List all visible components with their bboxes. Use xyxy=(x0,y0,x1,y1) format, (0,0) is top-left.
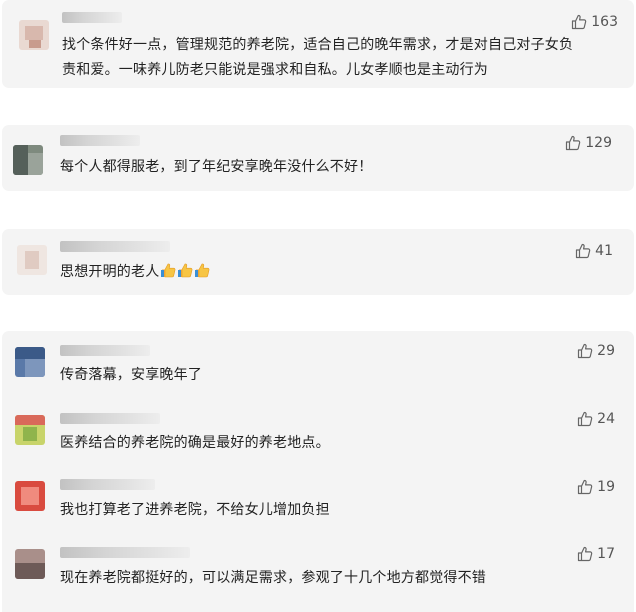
thumbs-up-outline-icon xyxy=(565,135,581,151)
thumbs-up-emoji-icon xyxy=(177,263,193,278)
like-count: 29 xyxy=(597,343,615,359)
avatar[interactable] xyxy=(19,20,49,50)
comment-text: 思想开明的老人 xyxy=(60,260,210,285)
like-count: 17 xyxy=(597,546,615,562)
comment-card: 找个条件好一点，管理规范的养老院，适合自己的晚年需求，才是对自己对子女负 责和爱… xyxy=(2,0,634,88)
comment-text: 每个人都得服老，到了年纪安享晚年没什么不好！ xyxy=(60,159,373,175)
thumbs-up-outline-icon xyxy=(577,479,593,495)
avatar[interactable] xyxy=(15,481,45,511)
comment-group-card: 传奇落幕，安享晚年了 29 医养结合的养老院的确是最好的养老地点。 24 我也打… xyxy=(2,331,634,612)
like-button[interactable]: 24 xyxy=(577,411,615,427)
avatar[interactable] xyxy=(15,549,45,579)
comment-text: 传奇落幕，安享晚年了 xyxy=(60,367,202,383)
like-count: 19 xyxy=(597,479,615,495)
avatar[interactable] xyxy=(17,245,47,275)
like-count: 163 xyxy=(591,14,618,30)
thumbs-up-outline-icon xyxy=(575,243,591,259)
comment-card: 每个人都得服老，到了年纪安享晚年没什么不好！ 129 xyxy=(2,125,634,191)
thumbs-up-emoji-icon xyxy=(160,263,176,278)
comment-text: 我也打算老了进养老院，不给女儿增加负担 xyxy=(60,502,330,518)
like-button[interactable]: 19 xyxy=(577,479,615,495)
username-blurred[interactable] xyxy=(60,413,160,424)
comment-text: 医养结合的养老院的确是最好的养老地点。 xyxy=(60,435,330,451)
thumbs-up-outline-icon xyxy=(577,343,593,359)
comment-text: 现在养老院都挺好的，可以满足需求，参观了十几个地方都觉得不错 xyxy=(60,570,486,586)
username-blurred[interactable] xyxy=(60,241,170,252)
comment-card: 思想开明的老人 41 xyxy=(2,229,634,295)
like-button[interactable]: 163 xyxy=(571,14,618,30)
thumbs-up-outline-icon xyxy=(577,411,593,427)
avatar[interactable] xyxy=(15,415,45,445)
username-blurred[interactable] xyxy=(60,479,155,490)
like-count: 41 xyxy=(595,243,613,259)
avatar[interactable] xyxy=(15,347,45,377)
username-blurred[interactable] xyxy=(60,135,140,146)
username-blurred[interactable] xyxy=(62,12,122,23)
like-button[interactable]: 29 xyxy=(577,343,615,359)
like-count: 129 xyxy=(585,135,612,151)
comment-text: 找个条件好一点，管理规范的养老院，适合自己的晚年需求，才是对自己对子女负 责和爱… xyxy=(62,37,574,78)
username-blurred[interactable] xyxy=(60,345,150,356)
thumbs-up-outline-icon xyxy=(571,14,587,30)
thumbs-up-emoji-icon xyxy=(194,263,210,278)
like-button[interactable]: 41 xyxy=(575,243,613,259)
like-button[interactable]: 129 xyxy=(565,135,612,151)
like-count: 24 xyxy=(597,411,615,427)
like-button[interactable]: 17 xyxy=(577,546,615,562)
avatar[interactable] xyxy=(13,145,43,175)
thumbs-up-outline-icon xyxy=(577,546,593,562)
username-blurred[interactable] xyxy=(60,547,190,558)
